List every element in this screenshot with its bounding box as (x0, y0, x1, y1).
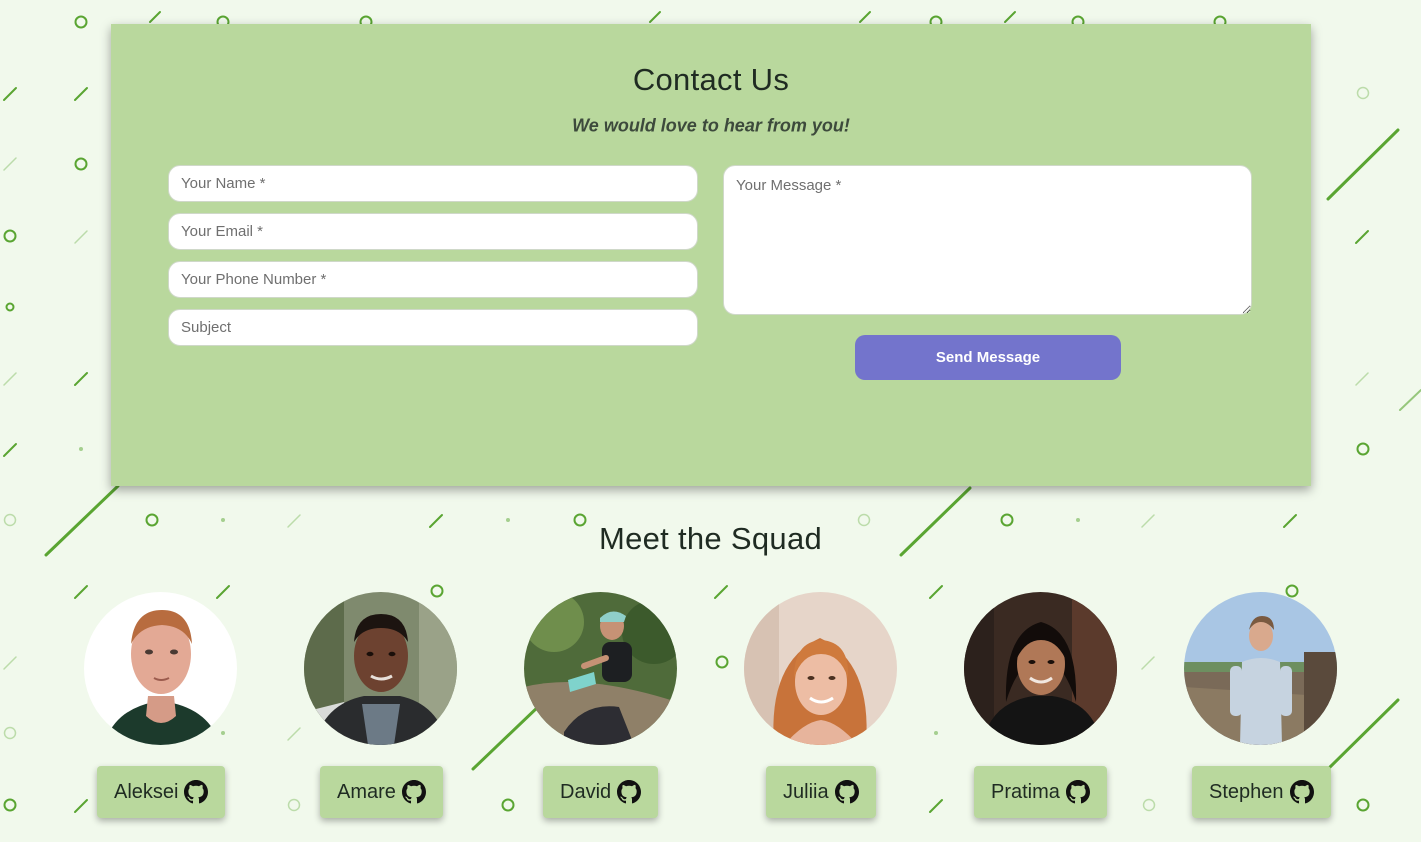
github-icon (401, 780, 426, 804)
email-field[interactable] (168, 213, 698, 250)
member-github-button-amare[interactable]: Amare (320, 766, 443, 818)
squad-title: Meet the Squad (598, 521, 823, 556)
contact-title: Contact Us (632, 62, 790, 97)
subject-field[interactable] (168, 309, 698, 346)
member-github-button-juliia[interactable]: Juliia (766, 766, 876, 818)
github-icon (617, 780, 642, 804)
member-name: Aleksei (114, 780, 179, 803)
member-github-button-david[interactable]: David (543, 766, 659, 818)
contact-card: Contact Us We would love to hear from yo… (111, 24, 1311, 486)
avatar (84, 592, 237, 745)
name-field[interactable] (168, 165, 698, 202)
github-icon (184, 780, 209, 804)
member-github-button-aleksei[interactable]: Aleksei (97, 766, 226, 818)
github-icon (1289, 780, 1314, 804)
member-name: Juliia (783, 780, 829, 803)
member-name: Amare (337, 780, 396, 803)
message-field[interactable] (723, 165, 1252, 315)
member-name: David (560, 780, 612, 803)
member-github-button-pratima[interactable]: Pratima (974, 766, 1107, 818)
send-message-button[interactable]: Send Message (855, 335, 1121, 380)
member-github-button-stephen[interactable]: Stephen (1192, 766, 1331, 818)
github-icon (1065, 780, 1090, 804)
member-name: Stephen (1209, 780, 1284, 803)
phone-field[interactable] (168, 261, 698, 298)
avatar (304, 592, 457, 745)
avatar (1184, 592, 1337, 745)
avatar (524, 592, 677, 745)
member-name: Pratima (991, 780, 1060, 803)
contact-subtitle: We would love to hear from you! (572, 115, 850, 136)
avatar (744, 592, 897, 745)
avatar (964, 592, 1117, 745)
github-icon (834, 780, 859, 804)
